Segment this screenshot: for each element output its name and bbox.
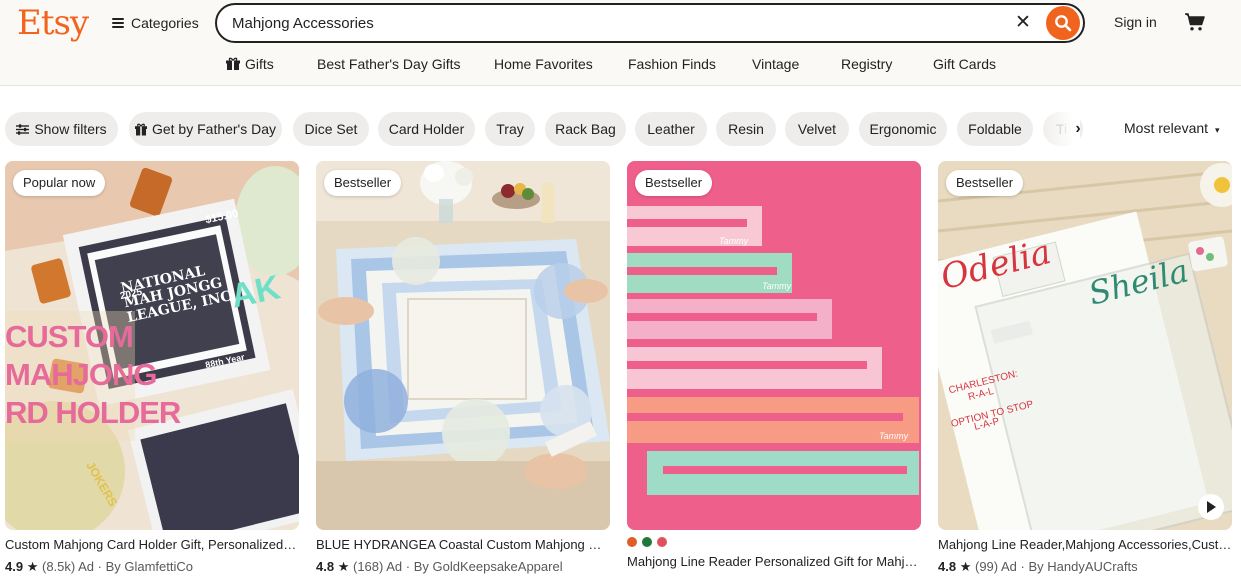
product-image[interactable]: Odelia Sheila CHARLESTON: R-A-L OPTION T… [938,161,1232,530]
bestseller-badge: Bestseller [946,170,1024,196]
mahjong-mat-photo [316,161,610,530]
filter-chip-fathers-day[interactable]: Get by Father's Day [129,112,282,146]
product-image[interactable]: $15.00 NATIONAL MAH JONGG LEAGUE, INC. 2… [5,161,299,530]
categories-button[interactable]: Categories [112,14,199,32]
filter-chip-dice-set[interactable]: Dice Set [293,112,369,146]
etsy-logo[interactable]: Etsy [17,3,89,43]
sort-dropdown[interactable]: Most relevant ▾ [1124,120,1219,136]
nav-label: Fashion Finds [628,56,716,72]
ad-label: Ad [386,559,403,574]
cart-icon[interactable] [1184,12,1206,32]
search-input[interactable] [232,13,992,33]
color-swatch-red[interactable] [657,537,667,547]
nav-item-gift-cards[interactable]: Gift Cards [933,56,996,72]
filter-sliders-icon [16,123,30,135]
bestseller-badge: Bestseller [324,170,402,196]
star-icon: ★ [26,559,39,574]
nav-item-fathers-day[interactable]: Best Father's Day Gifts [317,56,461,72]
play-video-button[interactable] [1198,494,1224,520]
nav-item-home-favorites[interactable]: Home Favorites [494,56,593,72]
shop-name[interactable]: By HandyAUCrafts [1028,559,1137,574]
categories-label: Categories [131,15,199,31]
show-filters-button[interactable]: Show filters [5,112,118,146]
review-count: (99) [974,559,999,574]
play-icon [1207,501,1216,513]
nav-label: Vintage [752,56,800,72]
nav-item-vintage[interactable]: Vintage [752,56,799,72]
product-image[interactable]: Tammy Tammy Tammy Bestseller [627,161,921,530]
color-swatches [627,537,667,547]
popular-badge: Popular now [13,170,106,196]
filter-chip-velvet[interactable]: Velvet [785,112,849,146]
search-button[interactable] [1046,6,1080,40]
star-icon: ★ [337,559,350,574]
nav-item-gifts[interactable]: Gifts [226,56,274,72]
rating-value: 4.8 [316,559,335,574]
filter-chip-rack-bag[interactable]: Rack Bag [545,112,626,146]
search-bar: ✕ [215,3,1085,43]
chevron-right-icon[interactable]: › [1070,120,1086,138]
product-title[interactable]: Mahjong Line Reader,Mahjong Accessories,… [938,537,1232,552]
image-name-text: Tammy [719,236,749,246]
product-title[interactable]: BLUE HYDRANGEA Coastal Custom Mahjong Ma… [316,537,610,552]
chip-label: Get by Father's Day [151,121,277,137]
caret-down-icon: ▾ [1214,125,1220,135]
image-overlay-line-1: CUSTOM [5,319,134,354]
sign-in-link[interactable]: Sign in [1114,14,1157,30]
nav-label: Home Favorites [494,56,593,72]
product-meta: 4.8 ★ (168) Ad · By GoldKeepsakeApparel [316,559,563,574]
ad-label: Ad [1001,559,1017,574]
image-overlay-line-2: MAHJONG [5,357,157,392]
product-meta: 4.9 ★ (8.5k) Ad · By GlamfettiCo [5,559,194,574]
shop-name[interactable]: By GlamfettiCo [106,559,193,574]
filter-chip-resin[interactable]: Resin [716,112,776,146]
image-name-text: Tammy [762,281,792,291]
nav-item-registry[interactable]: Registry [841,56,892,72]
product-title[interactable]: Custom Mahjong Card Holder Gift, Persona… [5,537,299,552]
show-filters-label: Show filters [34,121,107,137]
menu-icon [112,18,124,28]
nav-item-fashion-finds[interactable]: Fashion Finds [628,56,716,72]
nav-label: Best Father's Day Gifts [317,56,461,72]
image-overlay-line-3: RD HOLDER [5,395,181,430]
gift-icon [134,123,147,135]
color-swatch-orange[interactable] [627,537,637,547]
site-header: Etsy Categories ✕ Sign in Gifts [0,0,1241,86]
search-icon [1055,15,1072,32]
filter-chip-tray[interactable]: Tray [485,112,535,146]
review-count: (8.5k) [41,559,76,574]
filter-chip-foldable[interactable]: Foldable [957,112,1033,146]
acrylic-reader-photo [938,161,1232,530]
rating-value: 4.8 [938,559,957,574]
ad-label: Ad [78,559,95,574]
nav-label: Gift Cards [933,56,997,72]
filter-chip-leather[interactable]: Leather [635,112,707,146]
sort-label: Most relevant [1124,120,1209,136]
review-count: (168) [352,559,384,574]
color-swatch-green[interactable] [642,537,652,547]
product-image[interactable]: Bestseller [316,161,610,530]
nav-label: Gifts [245,56,274,72]
rating-value: 4.9 [5,559,24,574]
product-title[interactable]: Mahjong Line Reader Personalized Gift fo… [627,554,921,569]
filter-chip-card-holder[interactable]: Card Holder [378,112,475,146]
star-icon: ★ [959,559,972,574]
filter-chip-ergonomic[interactable]: Ergonomic [859,112,947,146]
nav-label: Registry [841,56,893,72]
clear-search-icon[interactable]: ✕ [1013,13,1033,33]
filter-bar: Show filters Get by Father's Day Dice Se… [0,112,1241,146]
bestseller-badge: Bestseller [635,170,713,196]
product-meta: 4.8 ★ (99) Ad · By HandyAUCrafts [938,559,1138,574]
shop-name[interactable]: By GoldKeepsakeApparel [414,559,563,574]
line-reader-photo [627,161,921,530]
image-name-text: Tammy [879,431,909,441]
gift-icon [226,57,240,70]
